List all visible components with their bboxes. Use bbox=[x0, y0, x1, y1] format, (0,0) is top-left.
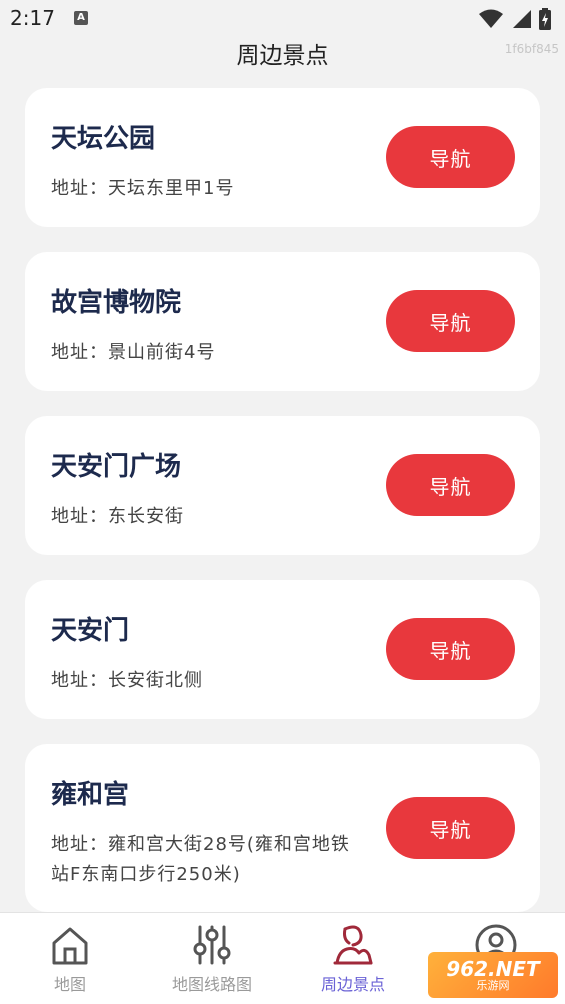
battery-icon bbox=[539, 8, 551, 30]
navigate-button[interactable]: 导航 bbox=[386, 290, 515, 352]
tab-route-map[interactable]: 地图线路图 bbox=[162, 913, 262, 1004]
place-address: 地址：雍和宫大街28号(雍和宫地铁站F东南口步行250米) bbox=[51, 834, 350, 885]
page-title: 周边景点 bbox=[236, 43, 329, 69]
place-name: 天坛公园 bbox=[51, 124, 156, 154]
status-icons bbox=[479, 8, 551, 30]
watermark-main: 962.NET bbox=[446, 957, 540, 981]
place-card: 天坛公园 地址：天坛东里甲1号 导航 bbox=[25, 88, 540, 227]
build-id: 1f6bf845 bbox=[504, 42, 559, 56]
tab-map[interactable]: 地图 bbox=[40, 913, 100, 1004]
navigate-button[interactable]: 导航 bbox=[386, 126, 515, 188]
place-address: 地址：景山前街4号 bbox=[51, 342, 216, 363]
landmark-icon bbox=[333, 925, 373, 965]
tab-label: 地图 bbox=[53, 975, 86, 994]
place-address: 地址：东长安街 bbox=[51, 506, 184, 527]
place-name: 雍和宫 bbox=[51, 780, 130, 810]
watermark-sub: 乐游网 bbox=[476, 979, 510, 992]
place-card: 天安门 地址：长安街北侧 导航 bbox=[25, 580, 540, 719]
place-card: 天安门广场 地址：东长安街 导航 bbox=[25, 416, 540, 555]
signal-icon bbox=[513, 10, 531, 28]
place-name: 天安门 bbox=[51, 616, 130, 646]
place-name: 故宫博物院 bbox=[51, 288, 182, 318]
navigate-button[interactable]: 导航 bbox=[386, 454, 515, 516]
place-name: 天安门广场 bbox=[51, 452, 182, 482]
home-icon bbox=[52, 927, 88, 965]
wifi-icon bbox=[479, 9, 503, 28]
navigate-button[interactable]: 导航 bbox=[386, 618, 515, 680]
status-bar: 2:17 A bbox=[0, 0, 565, 38]
navigate-button[interactable]: 导航 bbox=[386, 797, 515, 859]
tab-nearby-spots[interactable]: 周边景点 bbox=[313, 913, 393, 1004]
place-card: 雍和宫 地址：雍和宫大街28号(雍和宫地铁站F东南口步行250米) 导航 bbox=[25, 744, 540, 912]
watermark-logo: 962.NET 乐游网 bbox=[428, 952, 558, 998]
notification-icon: A bbox=[74, 11, 88, 25]
sliders-icon bbox=[193, 925, 231, 965]
tab-label: 地图线路图 bbox=[171, 975, 252, 994]
place-address: 地址：长安街北侧 bbox=[51, 670, 203, 691]
status-time: 2:17 bbox=[10, 6, 55, 30]
place-card: 故宫博物院 地址：景山前街4号 导航 bbox=[25, 252, 540, 391]
place-address: 地址：天坛东里甲1号 bbox=[51, 178, 235, 199]
tab-label: 周边景点 bbox=[320, 975, 385, 994]
